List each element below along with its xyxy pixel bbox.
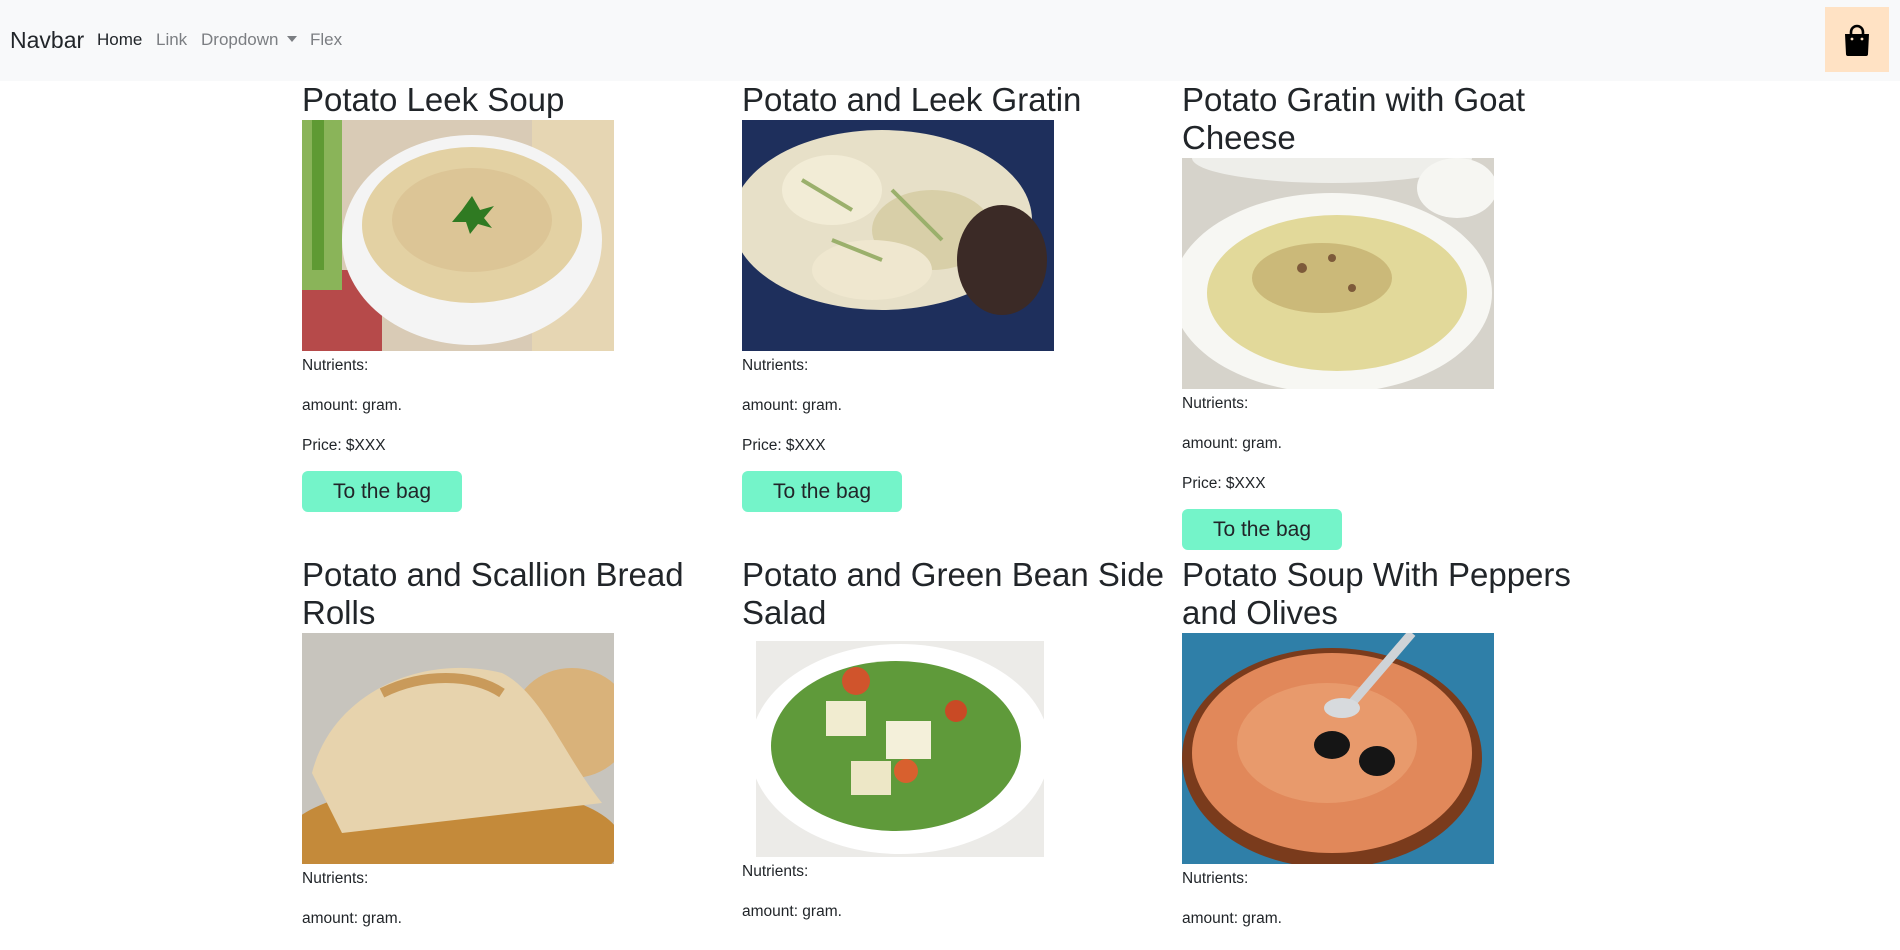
nav-link-flex[interactable]: Flex (310, 30, 342, 50)
navbar: Navbar Home Link Dropdown Flex (0, 0, 1900, 81)
nutrients-label: Nutrients: (302, 870, 369, 887)
nutrients-label: Nutrients: (742, 357, 809, 374)
nutrients-label: Nutrients: (302, 357, 369, 374)
nav-link-link[interactable]: Link (156, 30, 187, 50)
recipe-card: Potato Leek Soup Nutrients: amount: gram… (302, 81, 742, 512)
recipe-info: Nutrients: amount: gram. Price: $XXX (742, 357, 1182, 455)
recipe-title: Potato Leek Soup (302, 81, 565, 118)
recipe-card: Potato Gratin with Goat Cheese Nutrients… (1182, 81, 1622, 550)
recipe-title: Potato Gratin with Goat Cheese (1182, 81, 1526, 156)
caret-down-icon (286, 36, 297, 42)
recipe-title: Potato and Green Bean Side Salad (742, 556, 1164, 631)
recipe-title: Potato and Leek Gratin (742, 81, 1082, 118)
recipe-image (302, 120, 614, 351)
nav-link-home[interactable]: Home (97, 30, 142, 50)
amount-label: amount: gram. (1182, 910, 1282, 927)
shopping-bag-icon (1845, 24, 1869, 56)
recipe-info: Nutrients: amount: gram. (302, 870, 742, 928)
to-the-bag-button[interactable]: To the bag (1182, 509, 1342, 550)
recipe-title: Potato Soup With Peppers and Olives (1182, 556, 1571, 631)
recipe-info: Nutrients: amount: gram. (742, 863, 1182, 921)
to-the-bag-button[interactable]: To the bag (302, 471, 462, 512)
recipe-image (756, 641, 1044, 857)
amount-label: amount: gram. (302, 397, 402, 414)
amount-label: amount: gram. (742, 397, 842, 414)
recipe-info: Nutrients: amount: gram. Price: $XXX (302, 357, 742, 455)
amount-label: amount: gram. (1182, 435, 1282, 452)
nutrients-label: Nutrients: (1182, 870, 1249, 887)
nutrients-label: Nutrients: (742, 863, 809, 880)
nav-dropdown-label: Dropdown (201, 30, 279, 49)
recipe-title: Potato and Scallion Bread Rolls (302, 556, 684, 631)
amount-label: amount: gram. (742, 903, 842, 920)
recipe-card: Potato and Green Bean Side Salad Nutrien… (742, 556, 1182, 943)
recipe-info: Nutrients: amount: gram. (1182, 870, 1622, 928)
recipe-card: Potato Soup With Peppers and Olives Nutr… (1182, 556, 1622, 950)
recipe-image (742, 120, 1054, 351)
recipe-card: Potato and Scallion Bread Rolls Nutrient… (302, 556, 742, 950)
recipe-info: Nutrients: amount: gram. Price: $XXX (1182, 395, 1622, 493)
bag-button[interactable] (1825, 7, 1889, 72)
recipe-card: Potato and Leek Gratin Nutrients: amount… (742, 81, 1182, 512)
recipe-image (1182, 633, 1494, 864)
price-label: Price: $XXX (1182, 475, 1266, 492)
to-the-bag-button[interactable]: To the bag (742, 471, 902, 512)
price-label: Price: $XXX (742, 437, 826, 454)
nutrients-label: Nutrients: (1182, 395, 1249, 412)
price-label: Price: $XXX (302, 437, 386, 454)
navbar-brand[interactable]: Navbar (10, 27, 84, 54)
recipe-image (302, 633, 614, 864)
amount-label: amount: gram. (302, 910, 402, 927)
recipe-image (1182, 158, 1494, 389)
nav-dropdown[interactable]: Dropdown (201, 30, 297, 50)
